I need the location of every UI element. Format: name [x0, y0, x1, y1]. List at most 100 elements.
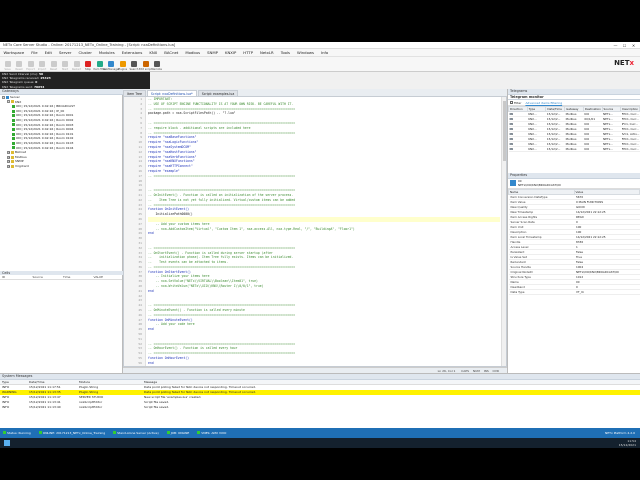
cells-panel: ID Source Time VALUE: [0, 275, 123, 373]
windows-start-icon[interactable]: [4, 440, 10, 446]
menu-modbus[interactable]: Modbus: [182, 50, 204, 55]
table-row[interactable]: IN KNX... 15/12/2... Modbus KIO NETx... FPC1, …: [508, 146, 640, 152]
right-panel: Telegrams Telegram monitor Filter Advanc…: [507, 89, 640, 373]
filter-checkbox[interactable]: [510, 101, 513, 104]
item-icon: [12, 114, 15, 118]
column-header[interactable]: Description: [620, 106, 640, 112]
column-header[interactable]: VALUE: [92, 275, 123, 279]
column-header[interactable]: Source: [31, 275, 62, 279]
item-icon: [12, 104, 15, 108]
maximize-button[interactable]: ☐: [620, 42, 629, 49]
advanced-filter-link[interactable]: Advanced items filtering: [525, 101, 562, 105]
save-icon: [4, 60, 11, 67]
folder-icon: [11, 155, 14, 159]
status-indicator-icon: [113, 431, 117, 434]
expand-toggle-icon[interactable]: +: [7, 160, 10, 164]
menu-server[interactable]: Server: [55, 50, 74, 55]
reset-button[interactable]: Reset: [48, 57, 59, 71]
code-area[interactable]: -- IMPORTANT: -- USE OF SCRIPT ENGINE FUN…: [148, 97, 500, 366]
menu-modules[interactable]: Modules: [95, 50, 118, 55]
table-cell: FPC1, Curr...: [620, 146, 640, 152]
menu-windows[interactable]: Windows: [294, 50, 318, 55]
toolbar-label: Plugins: [117, 67, 128, 71]
telegram-table: Direction Type Date/Time Gateway Destination…: [508, 106, 640, 152]
column-header[interactable]: Module: [77, 380, 142, 384]
column-header[interactable]: Type: [0, 380, 27, 384]
taskbar-strip: 11:54 15/12/2021: [0, 438, 640, 448]
line-number-gutter: 1 2 3 4 5 6 7 8 9 10 11 12 13 14 15 16 17 18 19 20 21 22 23 24 2…: [124, 97, 146, 366]
expand-toggle-icon[interactable]: -: [2, 95, 5, 99]
menu-workspace[interactable]: Workspace: [0, 50, 28, 55]
toolbar-label: Remote: [151, 67, 162, 71]
restart-icon: [73, 60, 80, 67]
plugins-button[interactable]: Plugins: [117, 57, 128, 71]
column-header[interactable]: Date/Time: [545, 106, 566, 112]
menu-info[interactable]: Info: [318, 50, 332, 55]
export-button[interactable]: Export: [25, 57, 36, 71]
menu-snmp[interactable]: SNMP: [204, 50, 222, 55]
column-header[interactable]: Message: [142, 380, 640, 384]
script-editor[interactable]: 1 2 3 4 5 6 7 8 9 10 11 12 13 14 15 16 17 18 19 20 21 22 23 24 2…: [123, 96, 507, 367]
menu-tools[interactable]: Tools: [277, 50, 293, 55]
menu-http[interactable]: HTTP: [240, 50, 257, 55]
column-header[interactable]: Destination: [582, 106, 603, 112]
netx-logo: NETx: [614, 59, 634, 67]
status-indicator-icon: [166, 431, 170, 434]
import-button[interactable]: Import: [37, 57, 48, 71]
item-icon: [12, 137, 15, 141]
message-type: INFO: [2, 404, 10, 409]
table-cell: FPC1, Curr...: [620, 111, 640, 117]
toolbar-label: Start: [61, 67, 69, 71]
search-button[interactable]: Search: [129, 57, 140, 71]
folder-icon: [11, 100, 14, 104]
remote-button[interactable]: Remote: [152, 57, 163, 71]
menu-cluster[interactable]: Cluster: [75, 50, 95, 55]
property-row[interactable]: Data Type VT_I4: [508, 289, 640, 295]
code-line[interactable]: end: [148, 361, 500, 366]
menu-extensions[interactable]: Extensions: [118, 50, 146, 55]
menu-bar: Workspace File Edit Server Cluster Modules Ext…: [0, 49, 640, 57]
stop-button[interactable]: Stop: [83, 57, 94, 71]
tree-node[interactable]: + VirgiCard: [0, 164, 122, 169]
menu-file[interactable]: File: [28, 50, 41, 55]
expand-toggle-icon[interactable]: +: [7, 150, 10, 154]
status-item: VNES: AMX VXIO: [197, 431, 226, 435]
start-button[interactable]: Start: [60, 57, 71, 71]
close-button[interactable]: ✕: [629, 42, 638, 49]
property-value: VT_I4: [574, 289, 640, 295]
editor-scrollbar[interactable]: [501, 97, 506, 366]
menu-knx[interactable]: KNX: [146, 50, 161, 55]
column-header[interactable]: Time: [61, 275, 92, 279]
expand-toggle-icon[interactable]: -: [7, 100, 10, 104]
status-item: Stand-Alone Server (Active): [113, 431, 159, 435]
scrollbar-thumb[interactable]: [503, 101, 506, 161]
expand-toggle-icon[interactable]: +: [7, 155, 10, 159]
tree-node-label: VirgiCard: [15, 163, 29, 168]
menu-edit[interactable]: Edit: [41, 50, 55, 55]
stat-value: 25423: [40, 76, 51, 81]
toolbar-label: Save: [4, 67, 11, 71]
table-cell: FPC1, Curr...: [620, 136, 640, 142]
column-header[interactable]: Date/Time: [27, 380, 77, 384]
expand-toggle-icon[interactable]: +: [7, 164, 10, 168]
reset-button[interactable]: Reset: [14, 57, 25, 71]
reset-icon: [50, 60, 57, 67]
minimize-button[interactable]: —: [611, 42, 620, 49]
restart-button[interactable]: Restart: [71, 57, 82, 71]
message-module: nxaScriptEditor: [79, 404, 103, 409]
toolbar: Save Reset Export Import Reset Start Restart St…: [0, 57, 640, 72]
toolbar-label: Restart: [71, 67, 82, 71]
save-button[interactable]: Save: [2, 57, 13, 71]
webmanager-button[interactable]: WebManager: [102, 57, 120, 71]
column-header[interactable]: ID: [0, 275, 31, 279]
item-icon: [12, 118, 15, 122]
menu-knxip[interactable]: KNXIP: [221, 50, 239, 55]
stat-label: KNX Telegrams sent:: [2, 84, 34, 89]
menu-bacnet[interactable]: BACnet: [161, 50, 182, 55]
cells-columns: ID Source Time VALUE: [0, 275, 122, 280]
message-time: 15/12/2021 11:13:40: [29, 404, 61, 409]
message-row[interactable]: INFO 15/12/2021 11:13:40 nxaScriptEditor Sc…: [0, 405, 640, 410]
menu-netxlr[interactable]: NetxLR: [257, 50, 278, 55]
document-tabs: Item Tree Script: nxaDefinitions.lua* Scri…: [123, 89, 507, 96]
edit-script-button[interactable]: Edit script: [139, 57, 152, 71]
